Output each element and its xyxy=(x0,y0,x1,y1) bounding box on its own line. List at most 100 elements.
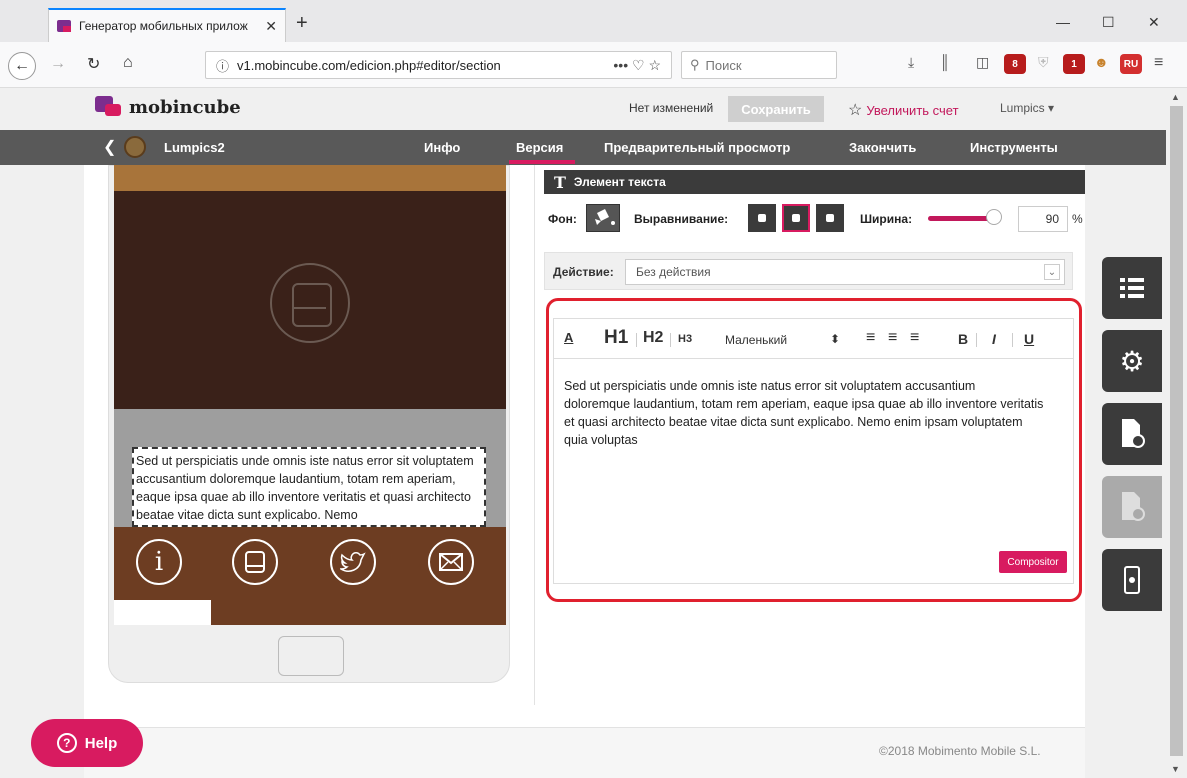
background-picker[interactable] xyxy=(586,204,620,232)
maximize-icon[interactable]: ☐ xyxy=(1102,14,1115,31)
align-right-icon[interactable]: ≡ xyxy=(910,329,919,347)
width-input[interactable]: 90 xyxy=(1018,206,1068,232)
tab-close-icon[interactable]: ✕ xyxy=(265,18,277,35)
tab-tools[interactable]: Инструменты xyxy=(970,140,1058,155)
align-left-button[interactable] xyxy=(748,204,776,232)
format-row: Фон: Выравнивание: Ширина: 90 % xyxy=(548,204,1083,234)
compositor-button[interactable]: Compositor xyxy=(999,551,1067,573)
align-center-icon[interactable]: ≡ xyxy=(888,329,897,347)
editor-text-area[interactable]: Sed ut perspiciatis unde omnis iste natu… xyxy=(564,377,1044,449)
tab-version[interactable]: Версия xyxy=(516,140,563,155)
action-label: Действие: xyxy=(553,265,614,279)
text-editor[interactable]: A H1 H2 H3 Маленький ⬍ ≡ ≡ ≡ B I U Sed u… xyxy=(553,318,1074,584)
width-slider[interactable] xyxy=(928,216,990,221)
addon-badge-icon[interactable]: 8 xyxy=(1004,54,1026,74)
bold-button[interactable]: B xyxy=(958,331,968,347)
font-size-select[interactable]: Маленький xyxy=(725,333,787,347)
star-icon: ☆ xyxy=(848,102,863,119)
help-label: Help xyxy=(84,734,118,752)
browser-navbar: ← → ↻ ⌂ ⓘ v1.mobincube.com/edicion.php#e… xyxy=(0,42,1187,88)
align-right-button[interactable] xyxy=(816,204,844,232)
footer-divider xyxy=(84,727,1085,728)
mail-circle-icon[interactable] xyxy=(428,539,474,585)
download-icon[interactable]: ⤓ xyxy=(908,54,914,71)
align-left-icon[interactable]: ≡ xyxy=(866,329,875,347)
font-size-arrows-icon[interactable]: ⬍ xyxy=(830,332,840,346)
page-settings-disabled-button xyxy=(1102,476,1162,538)
panel-divider xyxy=(534,165,535,705)
page-scrollbar[interactable]: ▲ ▼ xyxy=(1166,88,1187,778)
heading3-button[interactable]: H3 xyxy=(678,333,692,345)
reload-icon[interactable]: ↻ xyxy=(87,54,100,74)
italic-button[interactable]: I xyxy=(992,331,996,347)
tab-finish[interactable]: Закончить xyxy=(849,140,916,155)
device-preview-button[interactable] xyxy=(1102,549,1162,611)
back-chevron-icon[interactable]: ❮ xyxy=(103,137,116,157)
scroll-down-icon[interactable]: ▼ xyxy=(1171,764,1180,774)
forward-arrow-icon[interactable]: → xyxy=(50,55,66,73)
url-bar[interactable]: ⓘ v1.mobincube.com/edicion.php#editor/se… xyxy=(205,51,672,79)
back-arrow-icon[interactable]: ← xyxy=(8,52,36,80)
logo-mark-icon xyxy=(95,96,123,118)
settings-gears-button[interactable]: ⚙ xyxy=(1102,330,1162,392)
minimize-icon[interactable]: — xyxy=(1056,14,1070,30)
project-avatar xyxy=(124,136,146,158)
alignment-label: Выравнивание: xyxy=(634,212,729,226)
underline-button[interactable]: U xyxy=(1024,331,1034,347)
shield-icon[interactable]: ⛨ xyxy=(1038,54,1049,71)
upgrade-link[interactable]: ☆ Увеличить счет xyxy=(848,100,959,120)
info-icon[interactable]: ⓘ xyxy=(216,56,229,75)
action-select[interactable]: Без действия ⌄ xyxy=(625,259,1065,285)
window-close-icon[interactable]: ✕ xyxy=(1148,14,1160,31)
active-tab-indicator xyxy=(509,160,575,164)
scroll-up-icon[interactable]: ▲ xyxy=(1171,92,1180,102)
info-circle-icon[interactable]: i xyxy=(136,539,182,585)
copyright-text: ©2018 Mobimento Mobile S.L. xyxy=(879,744,1041,758)
tab-preview[interactable]: Предварительный просмотр xyxy=(604,140,790,155)
upgrade-label: Увеличить счет xyxy=(866,102,959,118)
project-name: Lumpics2 xyxy=(164,140,225,155)
addon-badge-icon-2[interactable]: 1 xyxy=(1063,54,1085,74)
sidebar-icon[interactable]: ◫ xyxy=(976,54,989,71)
mobincube-logo[interactable]: mobincube xyxy=(95,96,241,118)
heading2-button[interactable]: H2 xyxy=(643,329,663,347)
new-tab-button[interactable]: + xyxy=(296,12,308,35)
phone-home-button[interactable] xyxy=(278,636,344,676)
search-input[interactable]: ⚲ Поиск xyxy=(681,51,837,79)
gears-icon: ⚙ xyxy=(1119,345,1145,377)
tab-title: Генератор мобильных прилож xyxy=(79,19,248,33)
language-badge-icon[interactable]: RU xyxy=(1120,54,1142,74)
page-settings-button[interactable] xyxy=(1102,403,1162,465)
addon-face-icon[interactable]: ☻ xyxy=(1094,54,1109,70)
align-center-button[interactable] xyxy=(782,204,810,232)
url-text[interactable]: v1.mobincube.com/edicion.php#editor/sect… xyxy=(237,58,501,73)
toolbar-separator xyxy=(1012,333,1013,347)
search-icon: ⚲ xyxy=(690,57,700,72)
twitter-circle-icon[interactable] xyxy=(330,539,376,585)
structure-tool-button[interactable] xyxy=(1102,257,1162,319)
tab-info[interactable]: Инфо xyxy=(424,140,460,155)
heading1-button[interactable]: H1 xyxy=(604,327,628,349)
library-icon[interactable]: ║ xyxy=(940,54,950,70)
toolbar-separator xyxy=(976,333,977,347)
screen-white-block xyxy=(114,600,211,625)
home-icon[interactable]: ⌂ xyxy=(123,54,133,72)
selected-text-element[interactable]: Sed ut perspiciatis unde omnis iste natu… xyxy=(132,447,486,527)
help-button[interactable]: ? Help xyxy=(31,719,143,767)
toolbar-separator xyxy=(636,333,637,347)
page-actions-icon[interactable]: ••• ♡ ☆ xyxy=(613,57,661,74)
screen-image-area[interactable] xyxy=(114,191,506,409)
menu-icon[interactable]: ≡ xyxy=(1154,54,1163,72)
user-menu[interactable]: Lumpics ▾ xyxy=(1000,101,1054,115)
chevron-down-icon: ⌄ xyxy=(1044,264,1060,280)
save-button[interactable]: Сохранить xyxy=(728,96,824,122)
width-label: Ширина: xyxy=(860,212,913,226)
book-circle-icon[interactable] xyxy=(232,539,278,585)
scroll-thumb[interactable] xyxy=(1170,106,1183,756)
font-color-icon[interactable]: A xyxy=(564,330,573,345)
action-row: Действие: Без действия ⌄ xyxy=(544,252,1073,290)
browser-tab[interactable]: Генератор мобильных прилож ✕ xyxy=(48,8,286,42)
action-select-value: Без действия xyxy=(636,265,711,279)
width-slider-handle[interactable] xyxy=(986,209,1002,225)
app-header: mobincube Нет изменений Сохранить ☆ Увел… xyxy=(0,88,1166,130)
